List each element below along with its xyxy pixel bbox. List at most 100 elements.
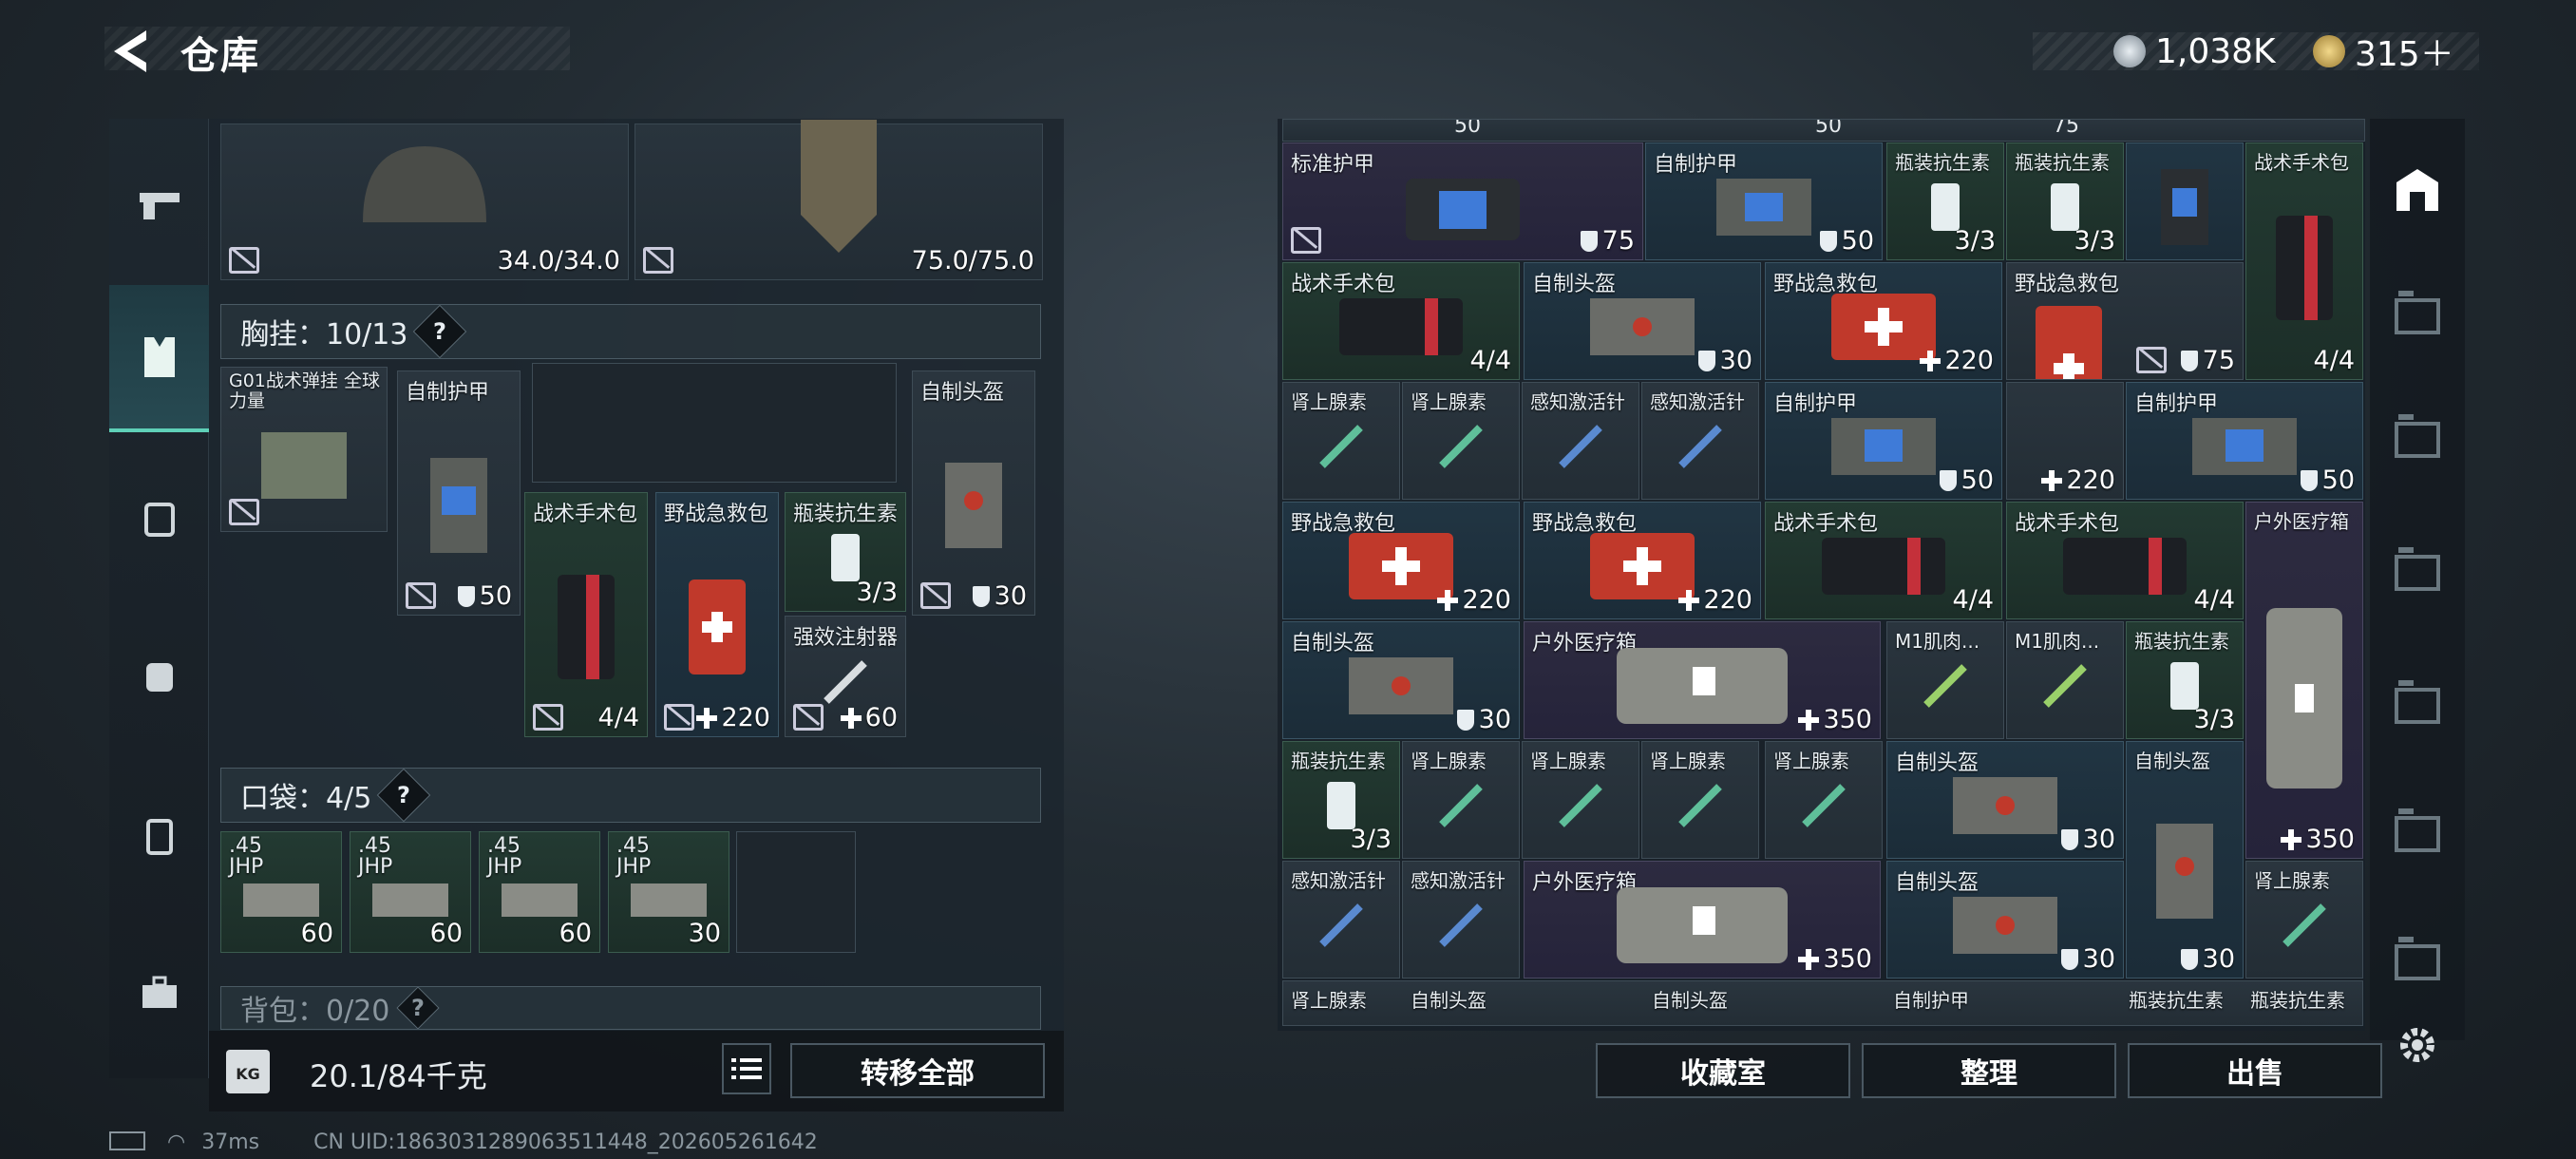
item-name: 户外医疗箱 bbox=[2254, 510, 2349, 533]
grid-cell[interactable]: 野战急救包 220 bbox=[1765, 262, 2002, 380]
item-name: M1肌肉... bbox=[2015, 630, 2100, 653]
rig-slot-surgery[interactable]: 战术手术包 4/4 bbox=[524, 492, 648, 737]
grid-cell[interactable]: 自制护甲 50 bbox=[1645, 142, 1883, 260]
grid-cell[interactable]: 自制护甲 50 bbox=[2126, 382, 2363, 500]
pocket-slot[interactable]: .45 JHP 30 bbox=[608, 831, 729, 953]
storage-tab-4a[interactable] bbox=[2375, 266, 2460, 361]
grid-cell[interactable]: 战术手术包 4/4 bbox=[1765, 502, 2002, 619]
grid-cell[interactable]: 肾上腺素 bbox=[1402, 741, 1520, 859]
grid-cell[interactable]: 肾上腺素 bbox=[1765, 741, 1883, 859]
nav-backpack-alt[interactable] bbox=[109, 470, 209, 565]
grid-cell[interactable]: 肾上腺素 bbox=[2245, 861, 2363, 978]
grid-cell[interactable]: 自制护甲 50 bbox=[1765, 382, 2002, 500]
collection-room-button[interactable]: 收藏室 bbox=[1596, 1043, 1850, 1098]
weight-value: 20.1/84千克 bbox=[310, 1058, 487, 1094]
pocket-capacity: 口袋：4/5 bbox=[240, 782, 372, 815]
organize-button[interactable]: 整理 bbox=[1862, 1043, 2116, 1098]
grid-cell[interactable]: 自制头盔 30 bbox=[1524, 262, 1761, 380]
rig-slot-helmet[interactable]: 自制头盔 30 bbox=[912, 370, 1035, 616]
pocket-slot[interactable]: .45 JHP 60 bbox=[220, 831, 342, 953]
rig-slot-antibiotic[interactable]: 瓶装抗生素 3/3 bbox=[785, 492, 906, 612]
ping-value: 37ms bbox=[201, 1130, 260, 1154]
item-name: 瓶装抗生素 bbox=[2129, 989, 2224, 1012]
grid-cell[interactable]: 标准护甲 75 bbox=[1282, 142, 1643, 260]
grid-cell[interactable]: M1肌肉... bbox=[1886, 621, 2004, 739]
sell-button[interactable]: 出售 bbox=[2128, 1043, 2382, 1098]
grid-cell[interactable]: 瓶装抗生素 3/3 bbox=[2006, 142, 2124, 260]
rig-slot-armor[interactable]: 自制护甲 50 bbox=[397, 370, 521, 616]
grid-cell[interactable]: 感知激活针 bbox=[1402, 861, 1520, 978]
plus-icon bbox=[1437, 590, 1459, 611]
warehouse-icon bbox=[2396, 169, 2438, 211]
pocket-slot[interactable]: .45 JHP 60 bbox=[350, 831, 471, 953]
pocket-slot[interactable]: .45 JHP 60 bbox=[479, 831, 600, 953]
armor-plate-icon bbox=[2161, 169, 2208, 246]
grid-cell[interactable]: 自制头盔 30 bbox=[1886, 861, 2124, 978]
syringe-icon bbox=[1439, 903, 1483, 947]
grid-cell[interactable]: 自制头盔 30 bbox=[1886, 741, 2124, 859]
grid-cell[interactable]: 肾上腺素 bbox=[1641, 741, 1759, 859]
helmet-slot[interactable]: 34.0/34.0 bbox=[220, 124, 629, 280]
rig-help-icon[interactable]: ? bbox=[413, 304, 467, 359]
list-view-button[interactable] bbox=[722, 1043, 771, 1094]
grid-cell[interactable]: 瓶装抗生素 3/3 bbox=[1886, 142, 2004, 260]
grid-cell[interactable]: 感知激活针 bbox=[1641, 382, 1759, 500]
surgery-kit-icon bbox=[2063, 538, 2187, 596]
storage-tab-4b[interactable] bbox=[2375, 390, 2460, 484]
rig-empty-slot[interactable] bbox=[532, 363, 897, 483]
grid-cell[interactable]: 肾上腺素 bbox=[1522, 741, 1639, 859]
plus-icon bbox=[1798, 949, 1820, 970]
grid-cell[interactable]: 战术手术包 4/4 bbox=[2006, 502, 2244, 619]
bag-icon bbox=[143, 503, 175, 537]
armor-slot[interactable]: 75.0/75.0 bbox=[635, 120, 1043, 280]
surgery-kit-icon bbox=[558, 574, 615, 679]
pocket-help-icon[interactable]: ? bbox=[376, 768, 431, 823]
storage-tab-3[interactable] bbox=[2375, 522, 2460, 618]
grid-cell[interactable]: 感知激活针 bbox=[1282, 861, 1400, 978]
storage-tab-5[interactable] bbox=[2375, 912, 2460, 1007]
item-value: 60 bbox=[429, 919, 463, 948]
grid-cell[interactable]: 肾上腺素 bbox=[1402, 382, 1520, 500]
nav-rig[interactable] bbox=[109, 285, 209, 432]
storage-tab-4d[interactable] bbox=[2375, 784, 2460, 879]
grid-cell[interactable]: 自制头盔 30 bbox=[1282, 621, 1520, 739]
grid-cell[interactable]: 感知激活针 bbox=[1522, 382, 1639, 500]
item-name: 感知激活针 bbox=[1411, 869, 1506, 892]
grid-cell[interactable]: 户外医疗箱 350 bbox=[2245, 502, 2363, 859]
grid-cell[interactable]: 自制头盔 30 bbox=[2126, 741, 2244, 978]
nav-case[interactable] bbox=[109, 788, 209, 884]
backpack-help-icon[interactable]: ? bbox=[396, 986, 441, 1030]
back-button[interactable] bbox=[106, 27, 154, 76]
item-name: 肾上腺素 bbox=[2254, 869, 2330, 892]
storage-tab-home[interactable] bbox=[2375, 142, 2460, 238]
grid-cell[interactable]: 战术手术包 4/4 bbox=[1282, 262, 1520, 380]
item-value: 350 bbox=[2281, 825, 2355, 854]
item-name: 肾上腺素 bbox=[1411, 390, 1487, 413]
item-value: 220 bbox=[1437, 585, 1511, 615]
rig-icon bbox=[261, 432, 347, 500]
grid-cell[interactable]: 野战急救包 220 bbox=[1524, 502, 1761, 619]
grid-cell[interactable]: 野战急救包 220 bbox=[1282, 502, 1520, 619]
grid-cell[interactable]: 户外医疗箱 350 bbox=[1524, 861, 1881, 978]
grid-cell[interactable]: 220 bbox=[2006, 382, 2124, 500]
settings-button[interactable] bbox=[2375, 998, 2460, 1092]
rig-slot-firstaid[interactable]: 野战急救包 220 bbox=[655, 492, 779, 737]
grid-cell[interactable]: 户外医疗箱 350 bbox=[1524, 621, 1881, 739]
pocket-empty-slot[interactable] bbox=[736, 831, 856, 953]
grid-cell[interactable]: 瓶装抗生素 3/3 bbox=[2126, 621, 2244, 739]
nav-toolbox[interactable] bbox=[109, 945, 209, 1040]
rig-item[interactable]: G01战术弹挂 全球力量 bbox=[220, 367, 388, 532]
nav-backpack[interactable] bbox=[109, 627, 209, 722]
grid-cell[interactable] bbox=[2126, 142, 2244, 260]
grid-cell[interactable]: 瓶装抗生素 3/3 bbox=[1282, 741, 1400, 859]
grid-cell[interactable]: 战术手术包 4/4 bbox=[2245, 142, 2363, 380]
nav-weapons[interactable] bbox=[109, 157, 209, 252]
item-value: 3/3 bbox=[2074, 226, 2115, 256]
gold-currency[interactable]: 315＋ bbox=[2313, 28, 2454, 74]
storage-tab-4c[interactable] bbox=[2375, 656, 2460, 750]
grid-cell[interactable]: M1肌肉... bbox=[2006, 621, 2124, 739]
grid-cell[interactable]: 肾上腺素 bbox=[1282, 382, 1400, 500]
rig-slot-injector[interactable]: 强效注射器 60 bbox=[785, 616, 906, 737]
grid-cell[interactable]: 野战急救包 75 bbox=[2006, 262, 2244, 380]
transfer-all-button[interactable]: 转移全部 bbox=[790, 1043, 1045, 1098]
